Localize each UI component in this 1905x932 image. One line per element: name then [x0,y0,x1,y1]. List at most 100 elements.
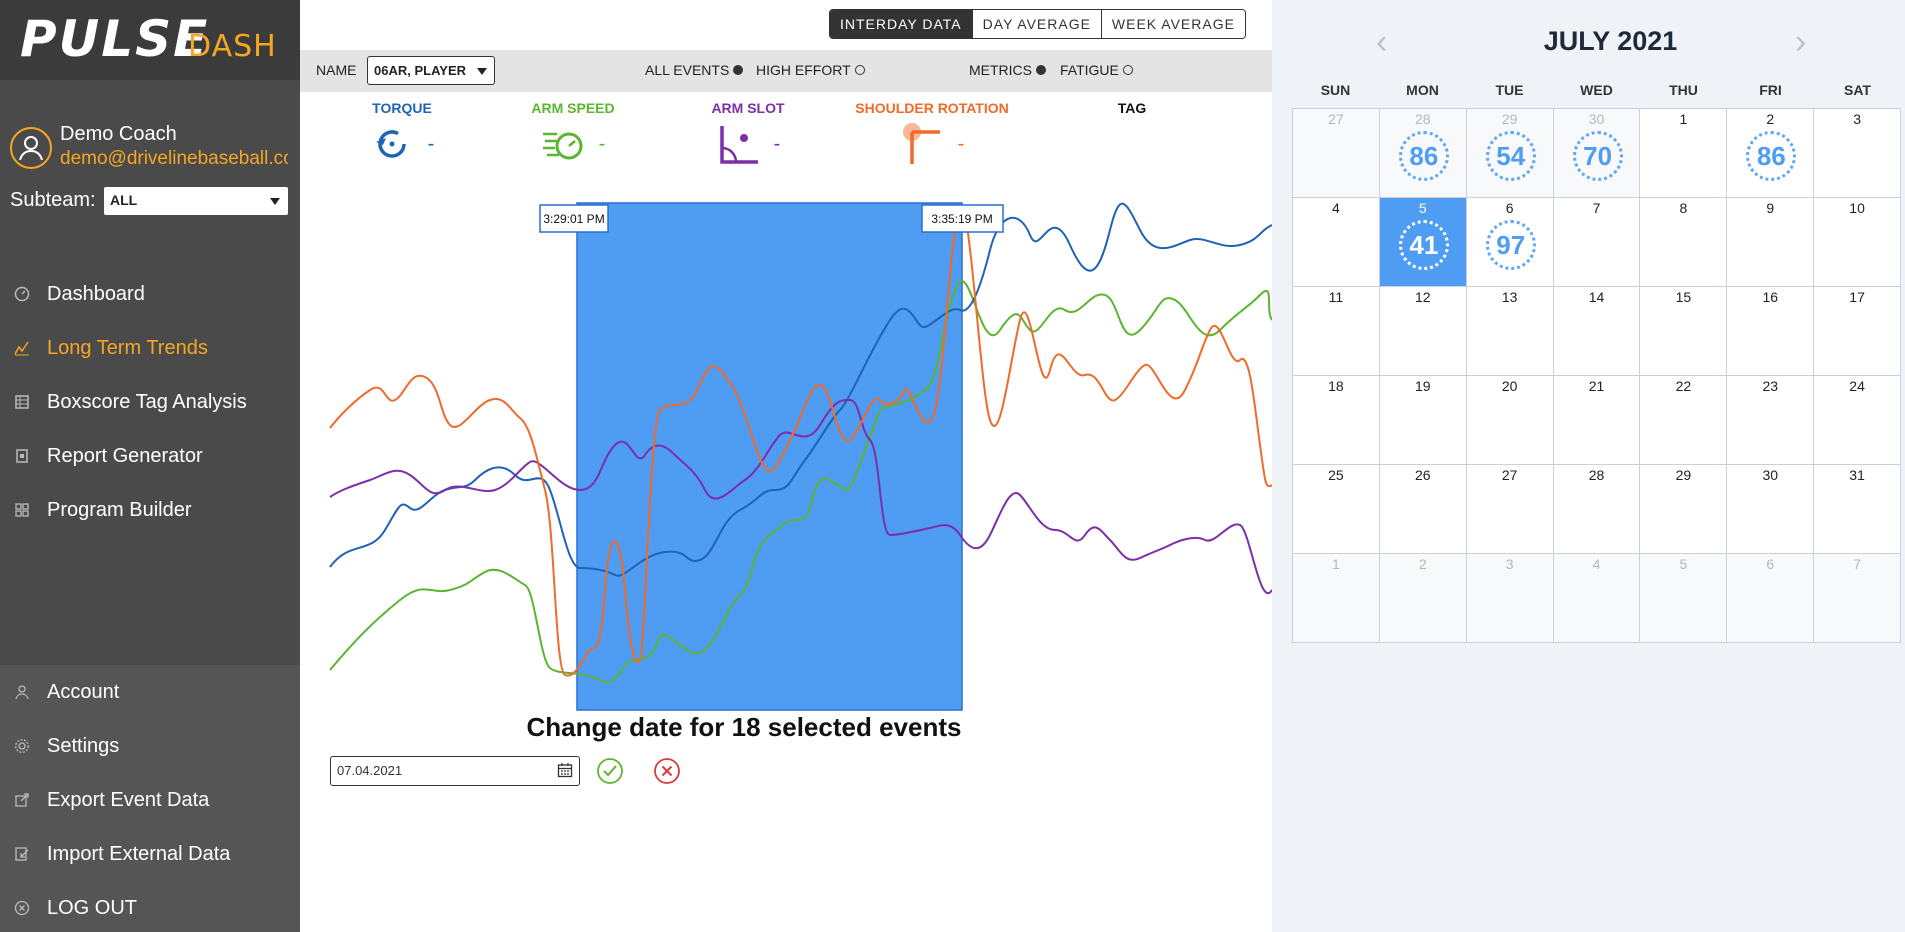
calendar-day[interactable]: 13 [1466,287,1554,376]
tab-interday-data[interactable]: INTERDAY DATA [830,10,972,38]
trend-chart[interactable]: 3:29:01 PM 3:35:19 PM [300,190,1272,720]
radio-metrics[interactable]: METRICS [969,62,1046,78]
calendar-day[interactable]: 8 [1640,198,1728,287]
metric-torque[interactable]: TORQUE - [352,100,452,166]
day-number: 19 [1415,378,1431,394]
calendar-day[interactable]: 31 [1814,465,1902,554]
tab-week-average[interactable]: WEEK AVERAGE [1100,10,1245,38]
nav-label: Export Event Data [47,788,210,811]
calendar-day[interactable]: 2 86 [1727,109,1815,198]
gauge-icon [13,285,31,303]
calendar-day[interactable]: 30 [1727,465,1815,554]
calendar-day[interactable]: 2 [1379,554,1467,643]
export-icon [13,791,31,809]
calendar-day[interactable]: 6 97 [1466,198,1554,287]
metric-arm-slot[interactable]: ARM SLOT - [698,100,798,166]
user-icon [13,683,31,701]
player-select-value: 06AR, PLAYER [374,63,466,78]
confirm-button[interactable] [596,757,624,785]
calendar-day[interactable]: 3 [1814,109,1902,198]
report-icon [13,447,31,465]
calendar-day[interactable]: 28 [1553,465,1641,554]
calendar-day[interactable]: 15 [1640,287,1728,376]
user-email: demo@drivelinebaseball.com [60,148,288,169]
nav-export-event-data[interactable]: Export Event Data [0,780,300,820]
nav-import-external-data[interactable]: Import External Data [0,834,300,874]
chevron-right-icon[interactable]: › [1795,25,1806,59]
calendar-day[interactable]: 14 [1553,287,1641,376]
weekday-label: WED [1580,82,1613,98]
day-number: 4 [1592,556,1601,572]
calendar-day[interactable]: 25 [1293,465,1380,554]
calendar-day[interactable]: 29 [1640,465,1728,554]
calendar-day[interactable]: 17 [1814,287,1902,376]
calendar-day[interactable]: 28 86 [1379,109,1467,198]
calendar-day[interactable]: 22 [1640,376,1728,465]
avatar-user-icon [19,136,43,161]
calendar-day[interactable]: 19 [1379,376,1467,465]
radio-all-events[interactable]: ALL EVENTS [645,62,744,78]
calendar-day[interactable]: 1 [1293,554,1380,643]
nav-boxscore-tag-analysis[interactable]: Boxscore Tag Analysis [0,382,300,422]
day-number: 5 [1679,556,1688,572]
nav-dashboard[interactable]: Dashboard [0,274,300,314]
calendar-day[interactable]: 10 [1814,198,1902,287]
calendar-day[interactable]: 3 [1466,554,1554,643]
calendar-day[interactable]: 4 [1293,198,1380,287]
metric-value: - [427,132,435,155]
date-input[interactable]: 07.04.2021 [330,756,580,786]
calendar-icon[interactable] [557,762,573,778]
player-select[interactable]: 06AR, PLAYER [367,56,495,85]
calendar-day[interactable]: 7 [1553,198,1641,287]
calendar-day[interactable]: 16 [1727,287,1815,376]
calendar-day[interactable]: 18 [1293,376,1380,465]
calendar-day[interactable]: 7 [1814,554,1902,643]
avatar[interactable] [10,127,52,169]
calendar-day[interactable]: 26 [1379,465,1467,554]
day-number: 23 [1762,378,1779,394]
day-number: 1 [1679,111,1688,127]
day-number: 28 [1588,467,1605,483]
calendar-day[interactable]: 30 70 [1553,109,1641,198]
calendar-day[interactable]: 5 [1640,554,1728,643]
calendar-day[interactable]: 5 41 [1379,198,1467,287]
nav-account[interactable]: Account [0,672,300,712]
radio-fatigue[interactable]: FATIGUE [1060,62,1133,78]
logo[interactable]: PULSE DASH [0,0,300,80]
calendar-day[interactable]: 11 [1293,287,1380,376]
day-number: 27 [1328,111,1344,127]
calendar-day[interactable]: 4 [1553,554,1641,643]
metric-shoulder-rotation[interactable]: SHOULDER ROTATION - [832,100,1032,166]
nav-program-builder[interactable]: Program Builder [0,490,300,530]
calendar-day[interactable]: 24 [1814,376,1902,465]
calendar-day[interactable]: 27 [1293,109,1380,198]
calendar-day[interactable]: 6 [1727,554,1815,643]
nav-report-generator[interactable]: Report Generator [0,436,300,476]
selection-region[interactable] [576,202,963,711]
metric-tag[interactable]: TAG [1082,100,1182,116]
calendar-day[interactable]: 20 [1466,376,1554,465]
calendar-day[interactable]: 9 [1727,198,1815,287]
day-number: 24 [1849,378,1865,394]
calendar-day[interactable]: 23 [1727,376,1815,465]
metric-label: TAG [1117,100,1147,116]
nav-long-term-trends[interactable]: Long Term Trends [0,328,300,368]
shoulder-rotation-icon [902,123,940,164]
metric-arm-speed[interactable]: ARM SPEED - [523,100,623,166]
day-score-badge: 70 [1572,131,1623,181]
calendar-day[interactable]: 21 [1553,376,1641,465]
calendar-day[interactable]: 1 [1640,109,1728,198]
weekday-label: SUN [1320,82,1351,98]
tab-day-average[interactable]: DAY AVERAGE [971,10,1101,38]
subteam-select[interactable]: ALL [104,187,288,215]
radio-high-effort[interactable]: HIGH EFFORT [756,62,865,78]
calendar-day[interactable]: 29 54 [1466,109,1554,198]
nav-settings[interactable]: Settings [0,726,300,766]
calendar-day[interactable]: 12 [1379,287,1467,376]
calendar-day[interactable]: 27 [1466,465,1554,554]
nav-log-out[interactable]: LOG OUT [0,888,300,928]
cancel-button[interactable] [653,757,681,785]
import-icon [13,845,31,863]
radio-dot-unchecked [854,65,865,75]
day-number: 29 [1675,467,1692,483]
